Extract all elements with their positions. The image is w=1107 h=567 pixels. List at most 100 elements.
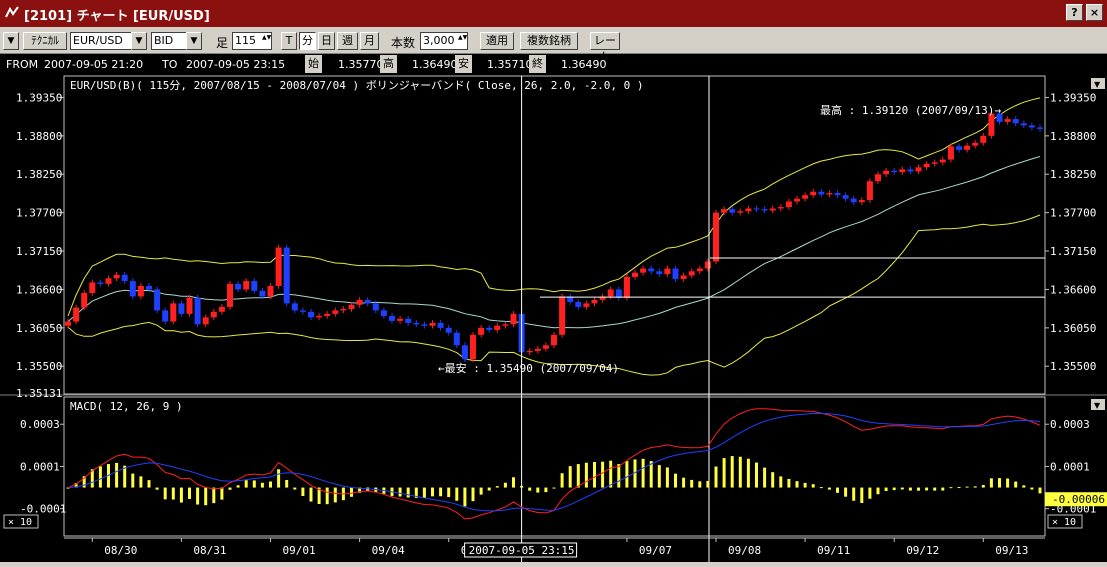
candle-body [688, 271, 695, 276]
macd-histogram-bar [293, 487, 297, 490]
macd-histogram-bar [536, 487, 540, 493]
macd-histogram-bar [560, 473, 564, 488]
macd-histogram-bar [171, 487, 175, 500]
side-select[interactable]: BID [151, 32, 187, 50]
macd-histogram-bar [1022, 485, 1026, 488]
macd-histogram-bar [771, 472, 775, 488]
candle-body [526, 350, 533, 353]
candle-body [737, 211, 744, 213]
help-button[interactable]: ? [1066, 4, 1083, 21]
candle-body [364, 299, 371, 304]
technical-button[interactable]: ﾃｸﾆｶﾙ [23, 32, 67, 50]
macd-histogram-bar [674, 473, 677, 488]
macd-histogram-bar [1006, 478, 1010, 488]
candle-body [283, 247, 290, 304]
candle-body [615, 289, 622, 298]
macd-histogram-bar [163, 487, 167, 500]
price-tick-label-left: 1.35500 [16, 360, 62, 373]
zoom-label-left: × 10 [8, 517, 32, 528]
multi-symbol-button[interactable]: 複数銘柄 [520, 32, 578, 50]
macd-histogram-bar [147, 480, 151, 488]
symbol-select[interactable]: EUR/USD [70, 32, 132, 50]
macd-histogram-bar [738, 456, 742, 488]
menu-dropdown-icon[interactable]: ▼ [3, 32, 19, 50]
macd-histogram-bar [698, 481, 702, 488]
period-input[interactable]: 115 ▲▼ [232, 32, 272, 50]
t-button[interactable]: T [281, 32, 297, 50]
price-tick-label-right: 1.39350 [1050, 91, 1096, 104]
macd-histogram-bar [544, 487, 548, 493]
macd-histogram-bar [706, 480, 710, 488]
month-button[interactable]: 月 [360, 32, 379, 50]
macd-histogram-bar [196, 487, 200, 505]
macd-tick-label-right: 0.0001 [1050, 460, 1090, 473]
close-button[interactable]: × [1086, 4, 1103, 21]
candle-body [931, 162, 938, 164]
macd-title: MACD( 12, 26, 9 ) [70, 400, 183, 413]
price-tick-label-left: 1.37150 [16, 245, 62, 258]
candle-body [972, 142, 979, 146]
price-tick-label-right: 1.36050 [1050, 322, 1096, 335]
count-input[interactable]: 3,000 ▲▼ [420, 32, 468, 50]
cursor-time-label: 2007-09-05 23:15 [469, 544, 575, 557]
candle-body [729, 209, 736, 213]
price-tick-label-left: 1.37700 [16, 207, 62, 220]
macd-histogram-bar [860, 487, 864, 503]
count-spinner-icon[interactable]: ▲▼ [458, 34, 467, 41]
candle-body [259, 290, 266, 297]
macd-histogram-bar [520, 485, 524, 488]
macd-histogram-bar [690, 479, 694, 488]
candle-body [891, 170, 898, 173]
apply-button[interactable]: 適用 [480, 32, 514, 50]
macd-histogram-bar [609, 460, 613, 488]
macd-histogram-bar [528, 487, 532, 491]
minute-button[interactable]: 分 [299, 32, 316, 50]
candle-body [721, 209, 728, 213]
week-button[interactable]: 週 [337, 32, 358, 50]
candle-body [632, 272, 638, 277]
candle-body [542, 345, 549, 349]
macd-histogram-bar [917, 487, 920, 491]
macd-histogram-bar [277, 469, 281, 488]
candle-body [299, 310, 306, 312]
macd-histogram-bar [487, 487, 491, 491]
candle-body [405, 318, 412, 323]
x-tick-label: 09/08 [728, 544, 761, 557]
x-tick-label: 09/11 [817, 544, 850, 557]
from-value: 2007-09-05 21:20 [44, 58, 144, 71]
rate-button[interactable]: レート [590, 32, 620, 63]
macd-histogram-bar [179, 487, 183, 503]
candle-body [105, 278, 112, 284]
candle-body [956, 146, 962, 150]
macd-histogram-bar [1038, 487, 1042, 494]
macd-histogram-bar [779, 476, 783, 488]
macd-histogram-bar [949, 487, 953, 489]
candle-body [980, 135, 987, 143]
candle-body [251, 281, 258, 291]
side-dropdown-icon[interactable]: ▼ [186, 32, 202, 50]
candle-body [478, 327, 485, 335]
candle-body [267, 285, 274, 297]
candle-body [704, 261, 711, 269]
day-button[interactable]: 日 [318, 32, 335, 50]
high-annotation: 最高 : 1.39120 (2007/09/13)→ [820, 103, 1001, 117]
candle-body [534, 348, 541, 351]
period-spinner-icon[interactable]: ▲▼ [262, 34, 271, 41]
candle-body [194, 297, 201, 325]
chart-canvas[interactable]: 1.39350 1.39350 1.38800 1.38800 1.38250 1.382… [0, 74, 1107, 567]
chart-title: EUR/USD(B)( 115分, 2007/08/15 - 2008/07/0… [70, 79, 643, 92]
candle-body [850, 198, 857, 203]
macd-histogram-bar [98, 466, 102, 488]
candle-body [1028, 125, 1035, 128]
low-tag: 安 [455, 55, 472, 73]
candle-body [777, 207, 784, 209]
candle-body [680, 275, 687, 279]
macd-histogram-bar [512, 477, 515, 488]
macd-histogram-bar [1030, 487, 1034, 490]
symbol-dropdown-icon[interactable]: ▼ [131, 32, 147, 50]
toolbar: ▼ ﾃｸﾆｶﾙ EUR/USD ▼ BID ▼ 足 115 ▲▼ T 分 日 週… [0, 27, 1107, 63]
candle-body [129, 281, 136, 297]
to-value: 2007-09-05 23:15 [186, 58, 286, 71]
candle-body [607, 289, 614, 297]
candle-body [510, 313, 517, 325]
